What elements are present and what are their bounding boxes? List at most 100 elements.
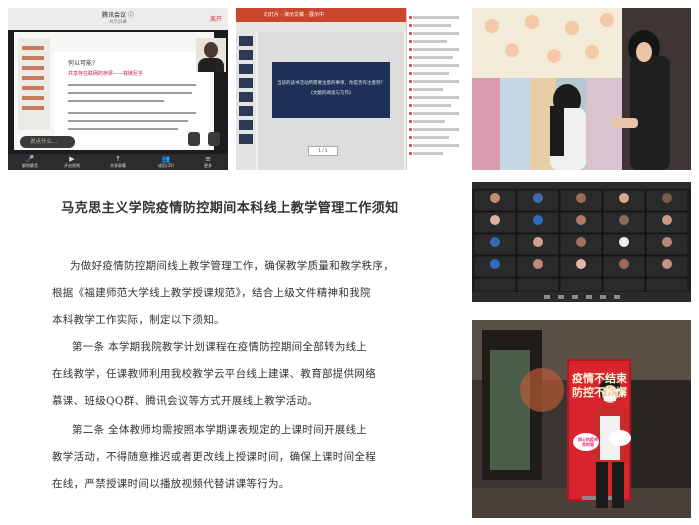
- document-line: 在线，严禁授课时间以播放视频代替讲课等行为。: [52, 478, 290, 490]
- slide-thumbnail[interactable]: [239, 78, 253, 88]
- list-item[interactable]: [413, 104, 451, 107]
- list-item[interactable]: [413, 88, 443, 91]
- status-dot: [409, 80, 412, 83]
- list-item[interactable]: [413, 96, 459, 99]
- banner-photo-art: [472, 320, 691, 518]
- status-dot: [409, 16, 412, 19]
- students-photo: [472, 8, 691, 170]
- slide-text-line: [68, 84, 196, 86]
- chat-placeholder: 说点什么...: [30, 139, 58, 145]
- status-dot: [409, 64, 412, 67]
- status-dot: [409, 40, 412, 43]
- sidebar-bar: [22, 86, 44, 90]
- list-item[interactable]: [413, 144, 459, 147]
- meeting-title: 腾讯会议 ⓘ: [102, 12, 134, 19]
- more-label: 更多: [204, 163, 212, 168]
- mic-side-button[interactable]: [208, 132, 220, 146]
- status-dot: [409, 128, 412, 131]
- microphone-icon: 🎤: [25, 155, 35, 163]
- list-item[interactable]: [413, 152, 443, 155]
- sidebar-bar: [22, 56, 44, 60]
- members-button[interactable]: 👥 成员(35): [152, 155, 180, 169]
- unmute-label: 解除静音: [22, 163, 38, 168]
- sidebar-bar: [22, 66, 44, 70]
- slide-thumbnail[interactable]: [239, 36, 253, 46]
- slide-thumbnail[interactable]: [239, 64, 253, 74]
- sidebar-bar: [22, 106, 44, 110]
- leave-button[interactable]: 离开: [210, 14, 222, 23]
- slide-text-2: 《文献的阅读与写作》: [308, 91, 354, 96]
- placard-text: 同心抗疫共克时艰: [578, 437, 598, 447]
- document-line: 在线教学，任课教师利用我校教学云平台线上建课、教育部提供网络: [52, 368, 376, 380]
- share-label: 共享屏幕: [110, 163, 126, 168]
- document-line: 第一条 本学期我院教学计划课程在疫情防控期间全部转为线上: [72, 341, 368, 353]
- speaker-body: [198, 58, 224, 72]
- share-screen-button[interactable]: ↑ 共享屏幕: [104, 155, 132, 169]
- status-dot: [409, 72, 412, 75]
- video-grid-art: [472, 182, 691, 302]
- list-item[interactable]: [413, 24, 451, 27]
- sidebar-bar: [22, 96, 44, 100]
- more-button[interactable]: ≡ 更多: [194, 155, 222, 169]
- list-item[interactable]: [413, 32, 459, 35]
- video-label: 开启视频: [64, 163, 80, 168]
- status-dot: [409, 152, 412, 155]
- slide-question: 何以可能?: [68, 60, 96, 67]
- status-dot: [409, 48, 412, 51]
- students-photo-art: [472, 8, 691, 170]
- list-item[interactable]: [413, 48, 459, 51]
- members-icon: 👥: [161, 155, 171, 163]
- slide-text-1: 当前的读书活动所需要注意的事项，你是否有注意到？: [277, 81, 385, 86]
- slide-heading: 共享存在联网的桥梁——铁链尼乎: [68, 71, 144, 77]
- list-item[interactable]: [413, 112, 459, 115]
- list-item[interactable]: [413, 128, 459, 131]
- slide-text-line: [68, 100, 164, 102]
- slide-text-line: [68, 120, 188, 122]
- document-line: 为做好疫情防控期间线上教学管理工作，确保教学质量和教学秩序，: [70, 260, 394, 272]
- chat-input[interactable]: 说点什么...: [20, 136, 75, 148]
- meeting-screenshot: 腾讯会议 ⓘ 共享屏幕 离开 何以可能? 共享存在联网的桥梁——铁链尼乎 说点什…: [8, 8, 228, 170]
- list-item[interactable]: [413, 72, 449, 75]
- unmute-button[interactable]: 🎤 解除静音: [16, 155, 44, 169]
- slide-thumbnail[interactable]: [239, 92, 253, 102]
- status-dot: [409, 24, 412, 27]
- slide-thumbnail[interactable]: [239, 106, 253, 116]
- speaker-head: [204, 42, 218, 58]
- status-dot: [409, 104, 412, 107]
- slide-thumbnail[interactable]: [239, 134, 253, 144]
- list-item[interactable]: [413, 80, 459, 83]
- status-dot: [409, 56, 412, 59]
- list-item[interactable]: [413, 64, 459, 67]
- status-dot: [409, 112, 412, 115]
- slide-thumbnail[interactable]: [239, 50, 253, 60]
- list-item[interactable]: [413, 136, 449, 139]
- list-item[interactable]: [413, 56, 453, 59]
- document-line: 教学活动，不得随意推迟或者更改线上授课时间，确保上课时间全程: [52, 451, 376, 463]
- camera-icon: ▶: [69, 155, 75, 163]
- more-icon: ≡: [205, 155, 211, 163]
- status-dot: [409, 96, 412, 99]
- list-item[interactable]: [413, 16, 459, 19]
- banner-line-2: 防控不松懈: [572, 386, 627, 399]
- slide-text-line: [68, 112, 196, 114]
- status-dot: [409, 88, 412, 91]
- ppt-title-bar: 幻灯片 - 演示文稿 - 展示中: [236, 8, 406, 22]
- video-button[interactable]: ▶ 开启视频: [58, 155, 86, 169]
- presentation-screenshot: 幻灯片 - 演示文稿 - 展示中 当前的读书活动所需要注意的事项，你是否有注意到…: [236, 8, 464, 170]
- document-line: 本科教学工作实际，制定以下须知。: [52, 314, 225, 326]
- page-indicator: 1 / 1: [308, 146, 338, 156]
- list-item[interactable]: [413, 120, 445, 123]
- raise-hand-button[interactable]: [188, 132, 200, 146]
- slide-thumbnail[interactable]: [239, 120, 253, 130]
- document-line: 根据《福建师范大学线上教学授课规范》，结合上级文件精神和我院: [52, 287, 371, 299]
- status-dot: [409, 144, 412, 147]
- list-item[interactable]: [413, 40, 447, 43]
- status-dot: [409, 120, 412, 123]
- ppt-title: 幻灯片 - 演示文稿 - 展示中: [264, 12, 324, 18]
- meeting-subtitle: 共享屏幕: [109, 20, 127, 25]
- sidebar-bar: [22, 46, 44, 50]
- ppt-toolbar: [236, 22, 406, 32]
- slide-thumbnails: [236, 32, 256, 170]
- document-line: 第二条 全体教师均需按照本学期课表规定的上课时间开展线上: [72, 424, 368, 436]
- participant-list: [406, 8, 464, 170]
